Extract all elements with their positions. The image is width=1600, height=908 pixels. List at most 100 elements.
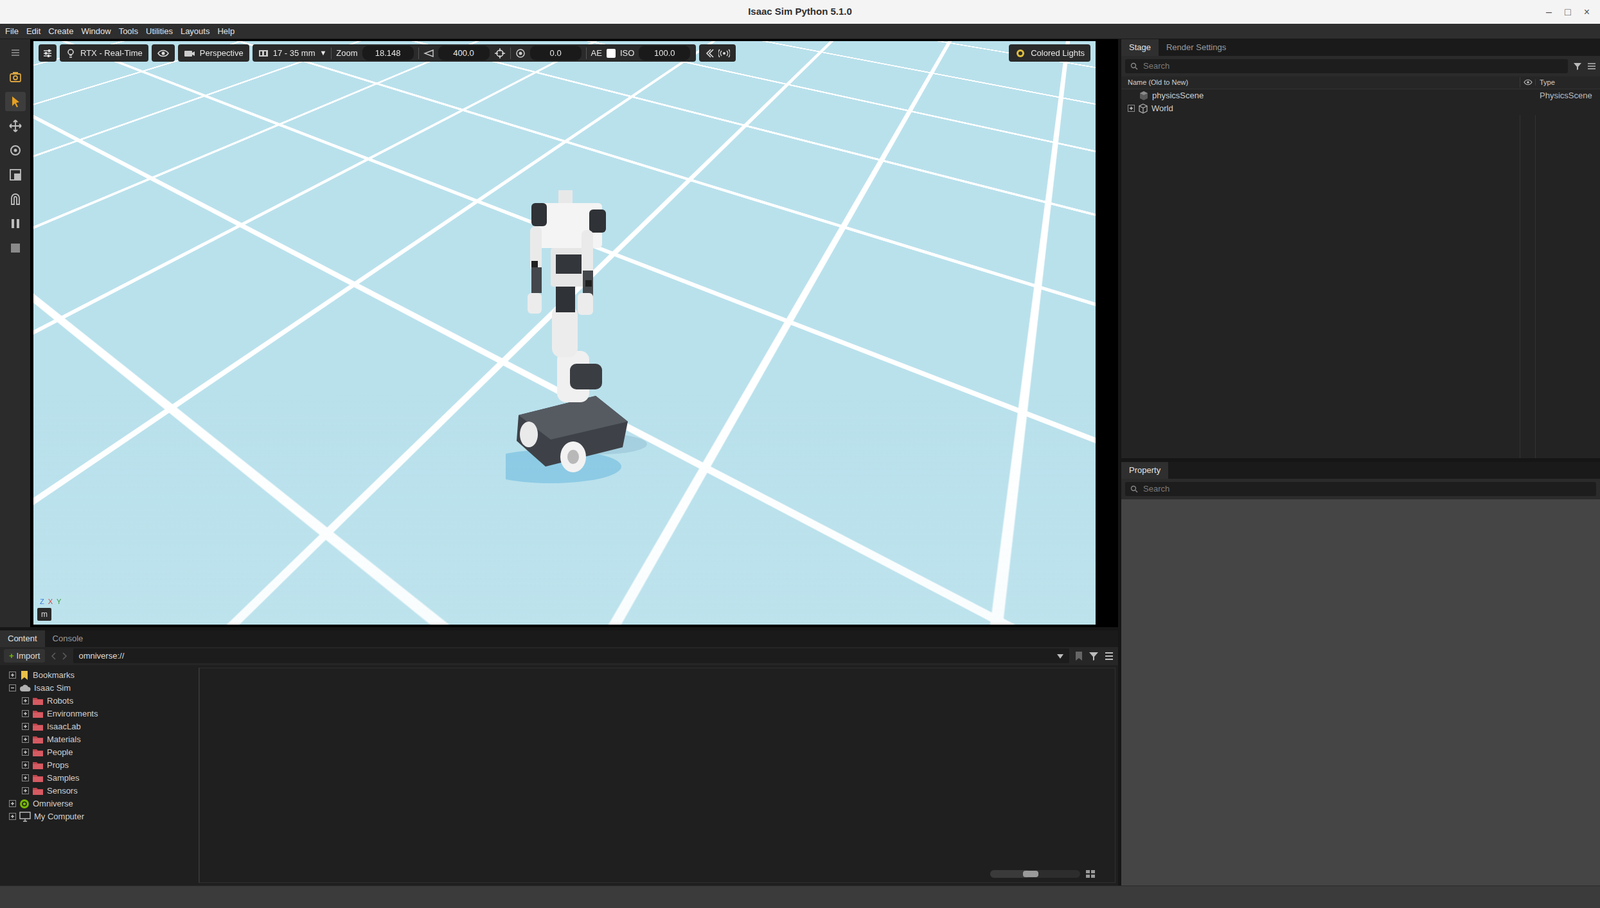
eye-icon [1523, 79, 1533, 86]
ae-label: AE [591, 46, 603, 60]
list-icon[interactable] [1103, 650, 1115, 662]
minimize-button[interactable]: – [1546, 4, 1552, 20]
dropdown-icon[interactable] [1056, 652, 1065, 660]
menu-item[interactable]: Edit [26, 25, 41, 38]
stage-row[interactable]: World [1121, 102, 1600, 116]
menu-item[interactable]: File [5, 25, 19, 38]
visibility-menu[interactable] [151, 44, 175, 62]
unit-label: m [37, 607, 52, 621]
expand-toggle-icon[interactable] [21, 697, 29, 705]
tree-item[interactable]: Bookmarks [2, 668, 199, 682]
search-field[interactable] [1141, 59, 1563, 74]
menu-item[interactable]: Utilities [145, 25, 173, 38]
settings-button[interactable] [38, 44, 57, 62]
column-header[interactable]: Name (Old to New) [1121, 77, 1521, 89]
tree-item[interactable]: Robots [2, 694, 199, 708]
exposure-field[interactable]: 0.0 [530, 45, 582, 62]
collapse-icon[interactable] [704, 48, 714, 59]
expand-toggle-icon[interactable] [21, 748, 29, 756]
menu-icon[interactable] [1587, 61, 1597, 71]
eye-icon [157, 48, 169, 58]
expand-toggle-icon[interactable] [8, 812, 17, 820]
tree-item[interactable]: IsaacLab [2, 720, 199, 734]
tree-item[interactable]: Sensors [2, 784, 199, 798]
renderer-menu[interactable]: RTX - Real-Time [59, 44, 149, 62]
tool-button[interactable] [5, 91, 26, 112]
column-header[interactable]: Type [1535, 77, 1600, 89]
tool-button[interactable] [5, 67, 26, 87]
tool-button[interactable] [5, 43, 26, 63]
robot-model[interactable] [505, 190, 660, 493]
thumbnail-size-slider[interactable] [990, 870, 1081, 878]
expand-toggle-icon[interactable] [21, 722, 29, 730]
folder-icon [32, 722, 44, 732]
tree-item[interactable]: Props [2, 758, 199, 772]
pause-icon [8, 216, 23, 231]
expand-toggle-icon[interactable] [8, 671, 17, 679]
menu-item[interactable]: Help [217, 25, 235, 38]
axis-label: Z [39, 596, 45, 608]
tree-item[interactable]: Isaac Sim [2, 681, 199, 695]
expand-toggle-icon[interactable] [1127, 104, 1135, 112]
tab[interactable]: Console [44, 630, 92, 648]
prim-name: physicsScene [1152, 89, 1204, 103]
tree-item[interactable]: Materials [2, 733, 199, 747]
bookmark-icon[interactable] [1074, 650, 1084, 662]
iso-field[interactable]: 100.0 [638, 45, 691, 62]
back-icon[interactable] [50, 651, 57, 661]
expand-toggle-icon[interactable] [8, 800, 17, 808]
expand-toggle-icon[interactable] [21, 774, 29, 782]
expand-toggle-icon[interactable] [21, 710, 29, 718]
grid-icon[interactable] [1085, 869, 1096, 879]
tab-bar: Property [1121, 462, 1600, 479]
zoom-field[interactable]: 18.148 [362, 45, 414, 62]
menu-item[interactable]: Window [80, 25, 111, 38]
renderer-label: RTX - Real-Time [80, 46, 143, 60]
tree-item[interactable]: Omniverse [2, 797, 199, 811]
expand-toggle-icon[interactable] [21, 735, 29, 743]
stage-row[interactable]: physicsScenePhysicsScene [1121, 89, 1600, 103]
slider-thumb[interactable] [1022, 870, 1039, 878]
expand-toggle-icon[interactable] [21, 761, 29, 769]
lights-menu[interactable]: Colored Lights [1008, 44, 1091, 62]
physics-scene-icon [1138, 90, 1149, 101]
lens-menu[interactable]: 17 - 35 mm▼Zoom18.148400.00.0AEISO100.0 [252, 44, 697, 62]
expand-toggle-icon[interactable] [8, 684, 17, 692]
zoom-label: Zoom [336, 46, 358, 60]
menu-item[interactable]: Tools [118, 25, 139, 38]
exposure-icon [515, 48, 526, 59]
tab[interactable]: Render Settings [1158, 39, 1234, 56]
tool-button[interactable] [5, 140, 26, 160]
tool-button[interactable] [5, 165, 26, 185]
tool-button[interactable] [5, 189, 26, 209]
window-title: Isaac Sim Python 5.1.0 [747, 4, 853, 20]
tree-item[interactable]: My Computer [2, 810, 199, 824]
tab[interactable]: Content [0, 630, 45, 648]
tab[interactable]: Stage [1121, 39, 1159, 56]
tree-item[interactable]: Samples [2, 771, 199, 785]
tree-item[interactable]: People [2, 746, 199, 759]
tool-bar [0, 39, 31, 628]
lens-arrow: ▼ [319, 47, 327, 59]
ae-checkbox[interactable] [606, 48, 616, 58]
import-button[interactable]: +Import [3, 648, 45, 664]
broadcast-icon[interactable] [718, 48, 730, 59]
menu-item[interactable]: Create [48, 25, 74, 38]
maximize-button[interactable]: □ [1564, 4, 1572, 20]
menu-item[interactable]: Layouts [180, 25, 211, 38]
expand-toggle-icon[interactable] [21, 787, 29, 795]
tool-button[interactable] [5, 238, 26, 258]
tab[interactable]: Property [1121, 462, 1169, 479]
path-field[interactable]: omniverse:// [73, 648, 1070, 664]
tool-button[interactable] [5, 213, 26, 234]
tree-item[interactable]: Environments [2, 707, 199, 721]
filter-icon[interactable] [1573, 61, 1583, 71]
camera-menu[interactable]: Perspective [177, 44, 250, 62]
speed-field[interactable]: 400.0 [438, 45, 490, 62]
forward-icon[interactable] [61, 651, 69, 661]
filter-icon[interactable] [1088, 650, 1099, 662]
close-button[interactable]: × [1583, 4, 1590, 20]
tool-button[interactable] [5, 116, 26, 136]
viewport[interactable]: RTX - Real-TimePerspective17 - 35 mm▼Zoo… [33, 41, 1096, 625]
search-field[interactable] [1141, 481, 1592, 497]
